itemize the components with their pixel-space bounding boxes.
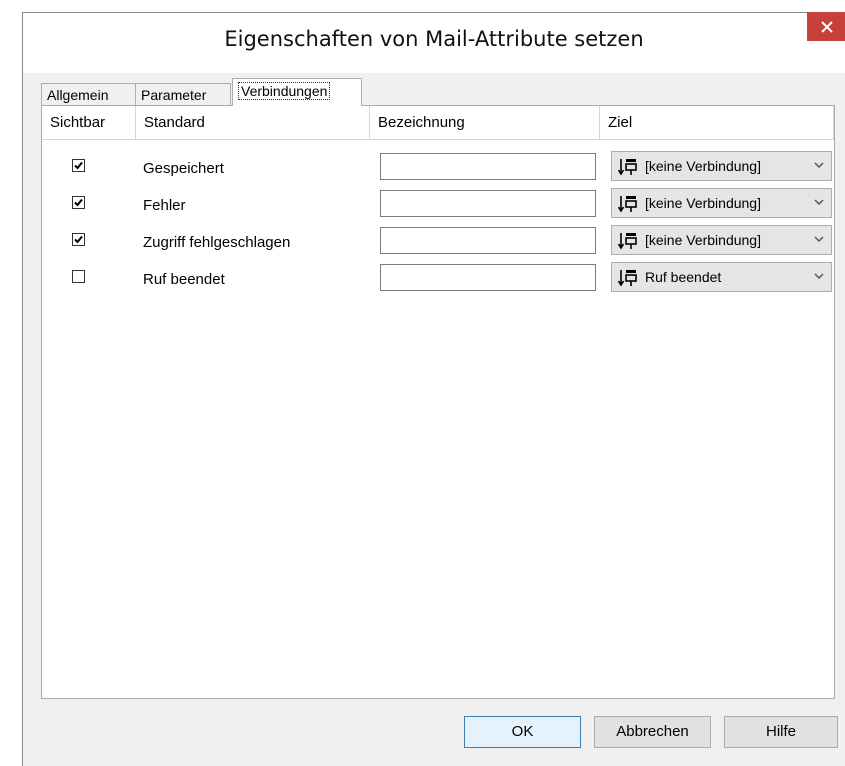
table-row: Ruf beendet Ruf beendet bbox=[42, 259, 834, 296]
standard-label: Gespeichert bbox=[143, 160, 224, 177]
standard-label: Ruf beendet bbox=[143, 271, 225, 288]
chevron-down-icon bbox=[814, 199, 824, 206]
tab-parameter[interactable]: Parameter bbox=[135, 83, 231, 105]
title-bar: Eigenschaften von Mail-Attribute setzen bbox=[23, 12, 845, 73]
table-row: Gespeichert [keine Verbindung] bbox=[42, 148, 834, 185]
visible-checkbox[interactable] bbox=[72, 159, 85, 172]
ok-button[interactable]: OK bbox=[464, 716, 581, 748]
connection-target-icon bbox=[618, 270, 637, 287]
tab-label: Parameter bbox=[141, 87, 207, 103]
dialog-window: Eigenschaften von Mail-Attribute setzen … bbox=[22, 12, 845, 766]
target-value: Ruf beendet bbox=[645, 269, 722, 285]
help-button[interactable]: Hilfe bbox=[724, 716, 838, 748]
tab-label: Verbindungen bbox=[238, 82, 331, 100]
standard-label: Fehler bbox=[143, 197, 186, 214]
chevron-down-icon bbox=[814, 236, 824, 243]
visible-checkbox[interactable] bbox=[72, 196, 85, 209]
connections-panel: Sichtbar Standard Bezeichnung Ziel Gespe… bbox=[41, 105, 835, 699]
close-icon bbox=[820, 20, 833, 33]
table-row: Fehler [keine Verbindung] bbox=[42, 185, 834, 222]
tab-allgemein[interactable]: Allgemein bbox=[41, 83, 136, 105]
target-value: [keine Verbindung] bbox=[645, 158, 761, 174]
column-header-label[interactable]: Bezeichnung bbox=[370, 106, 600, 140]
target-dropdown[interactable]: [keine Verbindung] bbox=[611, 188, 832, 218]
tab-verbindungen[interactable]: Verbindungen bbox=[232, 78, 362, 106]
connection-target-icon bbox=[618, 159, 637, 176]
close-button[interactable] bbox=[807, 12, 845, 41]
visible-checkbox[interactable] bbox=[72, 233, 85, 246]
target-dropdown[interactable]: [keine Verbindung] bbox=[611, 225, 832, 255]
label-input[interactable] bbox=[380, 190, 596, 217]
label-input[interactable] bbox=[380, 227, 596, 254]
visible-checkbox[interactable] bbox=[72, 270, 85, 283]
chevron-down-icon bbox=[814, 273, 824, 280]
column-header-visible[interactable]: Sichtbar bbox=[42, 106, 136, 140]
checkmark-icon bbox=[74, 161, 83, 170]
target-dropdown[interactable]: Ruf beendet bbox=[611, 262, 832, 292]
label-input[interactable] bbox=[380, 153, 596, 180]
label-input[interactable] bbox=[380, 264, 596, 291]
connection-target-icon bbox=[618, 196, 637, 213]
target-value: [keine Verbindung] bbox=[645, 232, 761, 248]
column-header-standard[interactable]: Standard bbox=[136, 106, 370, 140]
tab-label: Allgemein bbox=[47, 87, 109, 103]
table-row: Zugriff fehlgeschlagen [keine Verbindung… bbox=[42, 222, 834, 259]
connection-target-icon bbox=[618, 233, 637, 250]
checkmark-icon bbox=[74, 198, 83, 207]
target-value: [keine Verbindung] bbox=[645, 195, 761, 211]
chevron-down-icon bbox=[814, 162, 824, 169]
column-header-target[interactable]: Ziel bbox=[600, 106, 834, 140]
target-dropdown[interactable]: [keine Verbindung] bbox=[611, 151, 832, 181]
cancel-button[interactable]: Abbrechen bbox=[594, 716, 711, 748]
window-title: Eigenschaften von Mail-Attribute setzen bbox=[224, 27, 644, 51]
checkmark-icon bbox=[74, 235, 83, 244]
standard-label: Zugriff fehlgeschlagen bbox=[143, 234, 291, 251]
